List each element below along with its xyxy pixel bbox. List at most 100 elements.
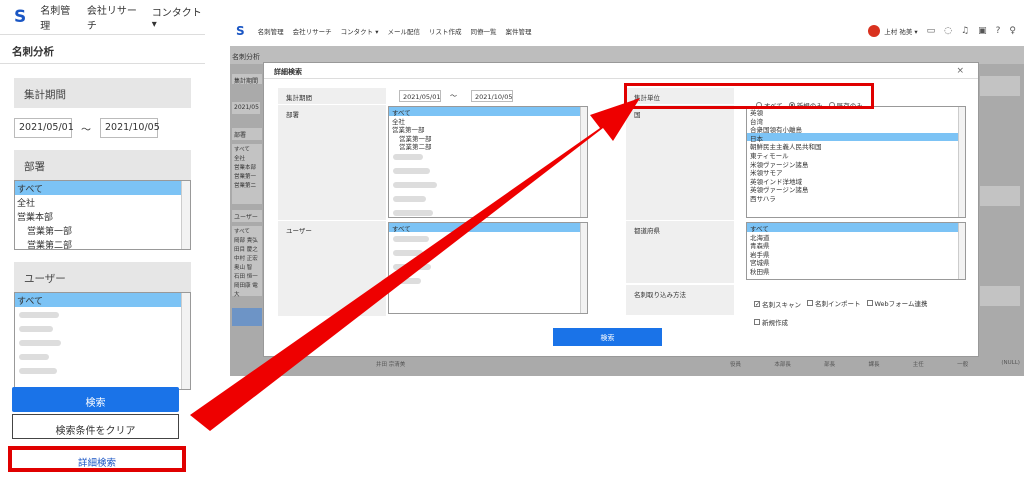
top-nav: S 名刺管理 会社リサーチ コンタクト ▾ メール配信 リスト作成 同僚一覧 案… xyxy=(230,16,1024,46)
bg-date: 2021/05 xyxy=(232,102,260,114)
brand-logo[interactable]: S xyxy=(14,7,26,27)
close-icon[interactable]: × xyxy=(956,66,964,76)
import-checkbox[interactable]: Webフォーム連携 xyxy=(866,298,927,308)
bg-column-header: 部長 xyxy=(824,362,836,368)
list-item[interactable]: 合衆国領有小離島 xyxy=(747,124,965,134)
dept-listbox[interactable]: すべて 全社 営業本部 営業第一部 営業第二部 xyxy=(14,180,191,250)
list-item[interactable]: 東ティモール xyxy=(747,150,965,160)
id-card-icon[interactable]: ▣ xyxy=(978,26,987,36)
chat-icon[interactable]: ◌ xyxy=(944,26,952,36)
period-date-range: 2021/05/01 ～ 2021/10/05 xyxy=(14,118,205,138)
bg-column-header: 一般 xyxy=(957,362,969,368)
scrollbar[interactable] xyxy=(958,223,965,279)
modal-dept-label: 部署 xyxy=(278,105,386,220)
checkbox-icon xyxy=(866,300,873,306)
list-item[interactable]: 英領ヴァージン諸島 xyxy=(747,184,965,194)
list-item[interactable]: 日本 xyxy=(747,132,965,143)
blurred-list-item xyxy=(389,260,587,274)
country-listbox[interactable]: 英領 台湾 合衆国領有小離島 日本 朝鮮民主主義人民共和国 東ティモール 米領ヴァージン諸島… xyxy=(746,106,966,218)
modal-user-label: ユーザー xyxy=(278,221,386,316)
list-item[interactable]: 北海道 xyxy=(747,232,965,242)
clear-conditions-button[interactable]: 検索条件をクリア xyxy=(12,414,179,439)
blurred-list-item xyxy=(15,321,190,335)
blurred-list-item xyxy=(389,232,587,246)
scrollbar[interactable] xyxy=(580,107,587,217)
nav-item-card-management[interactable]: 名刺管理 xyxy=(258,26,284,36)
blurred-list-item xyxy=(15,335,190,349)
list-item[interactable]: すべて xyxy=(15,293,190,307)
nav-item-card-management[interactable]: 名刺管理 xyxy=(40,2,77,32)
list-item[interactable]: 米領サモア xyxy=(747,167,965,177)
bg-dept-label: 部署 xyxy=(232,128,262,140)
nav-item-colleagues[interactable]: 同僚一覧 xyxy=(471,26,497,36)
nav-item-contact[interactable]: コンタクト ▾ xyxy=(152,4,205,30)
person-icon[interactable]: ♀ xyxy=(1009,26,1016,36)
list-item[interactable]: 秋田県 xyxy=(747,266,965,276)
list-item[interactable]: 米領ヴァージン諸島 xyxy=(747,159,965,169)
bg-list-item: すべて xyxy=(234,229,250,235)
list-item[interactable]: 青森県 xyxy=(747,240,965,250)
brand-logo[interactable]: S xyxy=(236,24,245,38)
modal-search-button[interactable]: 検索 xyxy=(553,328,662,346)
modal-date-from-input[interactable]: 2021/05/01 xyxy=(399,90,441,102)
list-item[interactable]: 営業第一部 xyxy=(389,133,587,143)
bell-icon[interactable]: ♫ xyxy=(961,26,969,36)
list-item[interactable]: すべて xyxy=(15,181,190,195)
modal-dept-listbox[interactable]: すべて 全社 営業第一部 営業第一部 営業第二部 xyxy=(388,106,588,218)
modal-date-to-input[interactable]: 2021/10/05 xyxy=(471,90,513,102)
help-icon[interactable]: ? xyxy=(996,26,1001,36)
list-item[interactable]: 岩手県 xyxy=(747,249,965,259)
detail-search-button[interactable]: 詳細検索 xyxy=(8,446,186,472)
bg-list-item: すべて xyxy=(234,147,250,153)
left-top-nav: S 名刺管理 会社リサーチ コンタクト ▾ xyxy=(0,0,205,34)
user-listbox[interactable]: すべて xyxy=(14,292,191,390)
list-item[interactable]: 営業第一部 xyxy=(389,124,587,134)
nav-item-mail[interactable]: メール配信 xyxy=(388,26,421,36)
list-item[interactable]: すべて xyxy=(389,107,587,117)
date-from-input[interactable]: 2021/05/01 xyxy=(14,118,74,138)
list-item[interactable]: 台湾 xyxy=(747,116,965,126)
date-range-separator: ～ xyxy=(81,124,91,136)
list-item[interactable]: 宮城県 xyxy=(747,257,965,267)
user-menu[interactable]: 上村 祐美 ▾ xyxy=(868,25,918,37)
bg-column-header: (NULL) xyxy=(1001,360,1020,366)
list-item[interactable]: 全社 xyxy=(15,195,190,209)
import-checkbox[interactable]: 名刺インポート xyxy=(807,298,861,308)
import-checkbox[interactable]: ✓ 名刺スキャン xyxy=(754,299,801,309)
blurred-list-item xyxy=(389,164,587,178)
bg-card xyxy=(980,76,1020,96)
nav-item-deals[interactable]: 案件管理 xyxy=(506,26,532,36)
list-item[interactable]: 営業第二部 xyxy=(15,237,190,249)
list-item[interactable]: すべて xyxy=(747,223,965,233)
modal-user-listbox[interactable]: すべて xyxy=(388,222,588,314)
user-name: 上村 祐美 ▾ xyxy=(884,28,918,36)
scrollbar[interactable] xyxy=(580,223,587,313)
scrollbar[interactable] xyxy=(181,293,190,389)
list-item[interactable]: 営業本部 xyxy=(15,209,190,223)
modal-country-label: 国 xyxy=(626,105,734,220)
blurred-list-item xyxy=(389,192,587,206)
prefecture-listbox[interactable]: すべて 北海道 青森県 岩手県 宮城県 秋田県 xyxy=(746,222,966,280)
bg-list-item: 営業本部 xyxy=(234,165,257,171)
bg-column-headers: 役員 本部長 部長 課長 主任 一般 (NULL) xyxy=(730,360,1020,368)
list-item[interactable]: 西サハラ xyxy=(747,193,965,203)
nav-item-list[interactable]: リスト作成 xyxy=(429,26,462,36)
import-checkbox[interactable]: 新規作成 xyxy=(754,317,788,327)
list-item[interactable]: 営業第二部 xyxy=(389,141,587,151)
checkbox-label: 名刺インポート xyxy=(815,300,861,308)
nav-item-company-research[interactable]: 会社リサーチ xyxy=(293,26,332,36)
scrollbar[interactable] xyxy=(181,181,190,249)
list-item[interactable]: 営業第一部 xyxy=(15,223,190,237)
list-item[interactable]: すべて xyxy=(389,223,587,233)
list-item[interactable]: 朝鮮民主主義人民共和国 xyxy=(747,141,965,151)
bg-column-header: 本部長 xyxy=(774,362,791,368)
nav-item-company-research[interactable]: 会社リサーチ xyxy=(87,2,142,32)
card-icon[interactable]: ▭ xyxy=(927,26,936,36)
list-item[interactable]: 英領インド洋地域 xyxy=(747,176,965,186)
search-button[interactable]: 検索 xyxy=(12,387,179,412)
nav-item-contact[interactable]: コンタクト ▾ xyxy=(341,26,379,36)
list-item[interactable]: 全社 xyxy=(389,116,587,126)
bg-list-item: 岡田康 電大 xyxy=(234,283,258,298)
date-to-input[interactable]: 2021/10/05 xyxy=(100,118,160,138)
scrollbar[interactable] xyxy=(958,107,965,217)
